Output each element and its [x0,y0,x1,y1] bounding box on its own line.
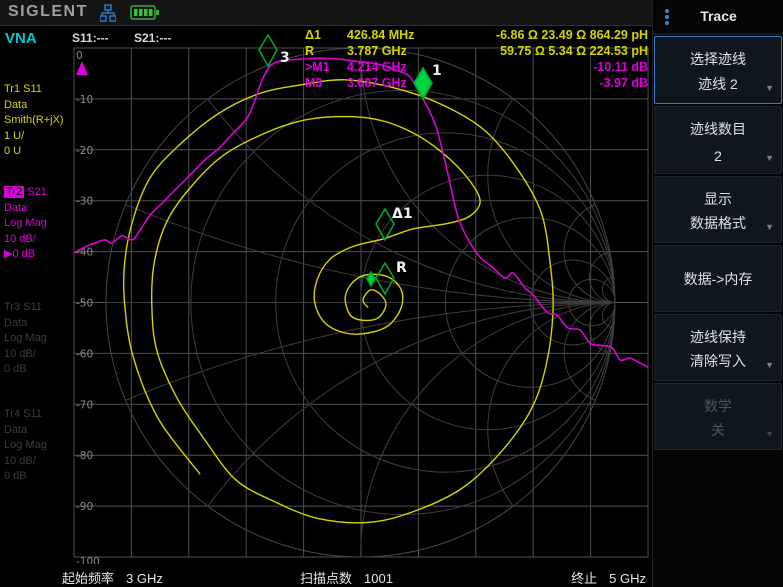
trace-detail-line: 10 dB/ [4,454,74,470]
svg-text:-30: -30 [76,196,93,208]
trace-detail-line: Smith(R+jX) [4,113,74,129]
menu-button-value: 迹线 2 [655,74,781,94]
menu-button-value: 数据格式 [655,213,781,233]
trace-detail-line: Data [4,316,74,332]
svg-text:-60: -60 [76,348,93,360]
svg-text:-20: -20 [76,145,93,157]
marker-frequency: 426.84 MHz [347,28,437,44]
trace-detail-line: Data [4,201,74,217]
marker-name: R [305,44,347,60]
s21-status: S21:--- [134,31,171,45]
trace-detail-line: 10 dB/ [4,347,74,363]
svg-text:R: R [396,260,407,276]
menu-button-value: 2 [655,148,781,164]
menu-button-4[interactable]: 数据->内存 [654,245,782,312]
marker-value: -3.97 dB [599,76,648,92]
marker-frequency: 3.687 GHz [347,76,437,92]
marker-readout-row: >M14.214 GHz -10.11 dB [305,60,648,76]
marker-value: -6.86 Ω 23.49 Ω 864.29 pH [496,28,648,44]
trace-block-tr3[interactable]: Tr3 S11DataLog Mag10 dB/0 dB [4,300,74,378]
menu-button-label: 数学 [655,396,781,416]
marker-name: M3 [305,76,347,92]
start-frequency-value: 3 GHz [126,571,163,586]
marker-readout-row: Δ1426.84 MHz -6.86 Ω 23.49 Ω 864.29 pH [305,28,648,44]
trace-detail-line: 0 dB [4,362,74,378]
battery-icon [130,4,160,21]
svg-text:-40: -40 [76,247,93,259]
lan-icon [100,4,116,22]
trace-block-tr2[interactable]: Tr2 S21DataLog Mag10 dB/▶0 dB [4,185,74,263]
svg-text:-50: -50 [76,298,93,310]
chevron-down-icon: ▼ [765,360,774,370]
menu-button-2[interactable]: 迹线数目 2▼ [654,106,782,174]
vna-mode-label: VNA [5,30,37,47]
trace-id-line: Tr4 S11 [4,407,74,423]
trace-detail-line: Log Mag [4,438,74,454]
trace-detail-line: 0 U [4,144,74,160]
menu-button-label: 迹线保持 [655,327,781,347]
marker-value: 59.75 Ω 5.34 Ω 224.53 pH [500,44,648,60]
siglent-logo: SIGLENT [8,3,88,21]
trace-detail-line: 1 U/ [4,129,74,145]
menu-button-value: 关 [655,420,781,440]
menu-title: Trace [653,0,783,33]
sweep-points-field[interactable]: 扫描点数 1001 [300,568,393,587]
start-frequency-field[interactable]: 起始频率 3 GHz [62,568,163,587]
chevron-down-icon: ▼ [765,222,774,232]
sweep-points-value: 1001 [364,571,393,586]
marker-readout-row: R3.787 GHz 59.75 Ω 5.34 Ω 224.53 pH [305,44,648,60]
marker-readout-row: M33.687 GHz -3.97 dB [305,76,648,92]
trace-soft-menu: Trace 选择迹线迹线 2▼迹线数目2▼显示数据格式▼数据->内存迹线保持清除… [652,0,783,587]
chevron-down-icon: ▼ [765,153,774,163]
menu-button-label: 选择迹线 [655,49,781,69]
trace-id-line: Tr2 S21 [4,185,74,201]
marker-frequency: 3.787 GHz [347,44,437,60]
menu-button-label: 显示 [655,189,781,209]
marker-value: -10.11 dB [593,60,648,76]
menu-header: Trace [653,0,783,35]
menu-button-label: 数据->内存 [655,269,781,289]
sweep-points-label: 扫描点数 [300,571,352,586]
svg-text:-80: -80 [76,450,93,462]
menu-button-value: 清除写入 [655,351,781,371]
marker-name: Δ1 [305,28,347,44]
trace-block-tr4[interactable]: Tr4 S11DataLog Mag10 dB/0 dB [4,407,74,485]
svg-text:3: 3 [280,50,290,66]
chevron-down-icon: ▼ [765,83,774,93]
trace-detail-line: Log Mag [4,216,74,232]
trace-block-tr1[interactable]: Tr1 S11DataSmith(R+jX)1 U/0 U [4,82,74,160]
s11-status: S11:--- [72,31,109,45]
marker-name: >M1 [305,60,347,76]
menu-button-3[interactable]: 显示数据格式▼ [654,176,782,243]
trace-id-line: Tr3 S11 [4,300,74,316]
trace-detail-line: Data [4,98,74,114]
svg-text:-90: -90 [76,501,93,513]
svg-text:-10: -10 [76,94,93,106]
menu-button-5[interactable]: 迹线保持清除写入▼ [654,314,782,381]
menu-button-6: 数学关▼ [654,383,782,450]
svg-text:-70: -70 [76,399,93,411]
stop-frequency-field[interactable]: 终止 5 GHz [571,568,646,587]
menu-button-label: 迹线数目 [655,119,781,139]
svg-text:0: 0 [76,50,83,62]
chevron-down-icon: ▼ [765,429,774,439]
menu-button-1[interactable]: 选择迹线迹线 2▼ [654,36,782,104]
trace-detail-line: 0 dB [4,469,74,485]
stop-frequency-value: 5 GHz [609,571,646,586]
trace-detail-line: 10 dB/ [4,232,74,248]
marker-frequency: 4.214 GHz [347,60,437,76]
trace-detail-line: Log Mag [4,331,74,347]
kebab-menu-icon[interactable] [665,7,671,27]
vna-screen: 0-10-20-30-40-50-60-70-80-90-10013Δ1R SI… [0,0,783,587]
trace-detail-line: Data [4,423,74,439]
stop-frequency-label: 终止 [571,571,597,586]
trace-id-line: Tr1 S11 [4,82,74,98]
sweep-status-bar: 起始频率 3 GHz 扫描点数 1001 终止 5 GHz [0,564,652,587]
start-frequency-label: 起始频率 [62,571,114,586]
svg-text:Δ1: Δ1 [392,206,413,222]
trace-detail-line: ▶0 dB [4,247,74,263]
